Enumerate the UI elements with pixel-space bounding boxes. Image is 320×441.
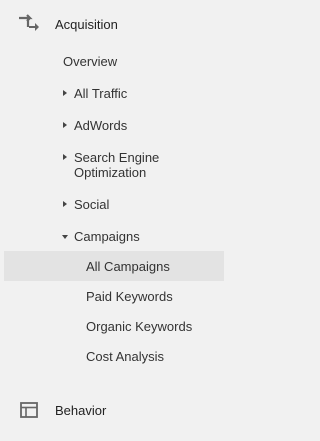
behavior-layout-icon [17,398,41,422]
sub-item-all-campaigns[interactable]: All Campaigns [4,251,224,281]
nav-item-campaigns[interactable]: Campaigns [0,229,227,245]
social-label: Social [74,197,110,212]
expand-caret-icon [63,154,67,160]
sub-item-cost-analysis[interactable]: Cost Analysis [4,341,224,371]
expand-caret-icon [63,90,67,96]
seo-label-line2: Optimization [74,165,147,180]
overview-label: Overview [63,54,118,69]
adwords-label: AdWords [74,118,128,133]
behavior-section[interactable]: Behavior [0,398,227,422]
expand-caret-icon [63,122,67,128]
all-campaigns-label: All Campaigns [86,259,170,274]
cost-analysis-label: Cost Analysis [86,349,165,364]
acquisition-arrows-icon [17,12,41,36]
behavior-label: Behavior [55,402,107,418]
collapse-caret-icon [62,235,68,239]
acquisition-section[interactable]: Acquisition [0,12,227,36]
acquisition-label: Acquisition [55,16,118,32]
all-traffic-label: All Traffic [74,86,128,101]
sub-item-paid-keywords[interactable]: Paid Keywords [4,281,224,311]
seo-label-line1: Search Engine [74,150,160,165]
nav-item-search-engine-optimization[interactable]: Search Engine Optimization [0,150,227,182]
nav-item-social[interactable]: Social [0,197,227,213]
expand-caret-icon [63,201,67,207]
paid-keywords-label: Paid Keywords [86,289,173,304]
nav-item-overview[interactable]: Overview [0,54,227,70]
campaigns-label: Campaigns [74,229,140,244]
organic-keywords-label: Organic Keywords [86,319,193,334]
nav-item-all-traffic[interactable]: All Traffic [0,86,227,102]
nav-item-adwords[interactable]: AdWords [0,118,227,134]
sub-item-organic-keywords[interactable]: Organic Keywords [4,311,224,341]
